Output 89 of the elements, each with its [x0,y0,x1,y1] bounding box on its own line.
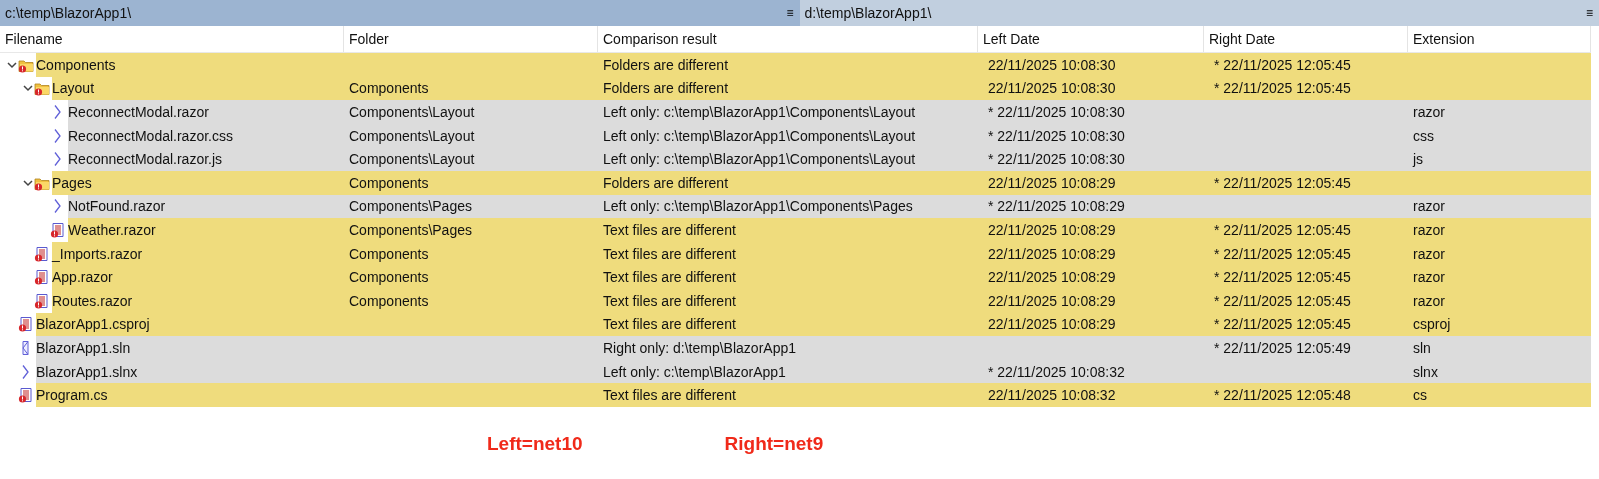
file-name[interactable]: _Imports.razor [52,241,344,266]
table-cell-text: Text files are different [602,291,737,311]
table-cell-text: 22/11/2025 10:08:30 [987,79,1117,99]
table-cell-text: Folders are different [602,79,730,99]
file-name[interactable]: ReconnectModal.razor.css [68,123,344,148]
file-name[interactable]: App.razor [52,265,344,289]
table-cell-text: Left only: c:\temp\BlazorApp1\Components\Layout [602,126,917,146]
table-cell-text: Components [348,173,430,193]
file-name[interactable]: Routes.razor [52,288,344,313]
table-cell-text: Components\Layout [348,150,476,170]
table-cell-text: Folders are different [602,55,730,75]
table-cell-text: * 22/11/2025 12:05:45 [1213,315,1352,335]
file-name[interactable]: Layout [52,76,344,101]
column-header[interactable]: Comparison result [598,26,978,52]
table-cell-text: * 22/11/2025 12:05:49 [1213,338,1352,358]
table-cell-text: razor [1412,268,1446,288]
table-cell-text: * 22/11/2025 10:08:29 [987,197,1126,217]
table-cell-text: razor [1412,291,1446,311]
table-cell-text: Components\Pages [348,197,473,217]
menu-button[interactable]: ≡ [780,6,800,20]
table-cell-text: * 22/11/2025 12:05:45 [1213,244,1352,264]
table-cell-text: Text files are different [602,386,737,406]
table-cell-text: Left only: c:\temp\BlazorApp1\Components\Layout [602,103,917,122]
file-name[interactable]: ReconnectModal.razor [68,100,344,124]
table-cell-text: Components\Layout [348,103,476,122]
file-name[interactable]: BlazorApp1.sln [36,336,344,360]
table-cell-text: slnx [1412,362,1439,382]
table-cell-text: razor [1412,103,1446,122]
table-cell-text: * 22/11/2025 12:05:45 [1213,291,1352,311]
table-cell-text: Text files are different [602,268,737,288]
table-cell-text: Components [348,268,430,288]
table-cell-text: cs [1412,386,1428,406]
table-cell-text: css [1412,126,1435,146]
table-cell-text: * 22/11/2025 10:08:32 [987,362,1126,382]
table-cell-text: Text files are different [602,315,737,335]
table-cell-text: sln [1412,338,1432,358]
table-cell-text: Left only: c:\temp\BlazorApp1\Components\Layout [602,150,917,170]
column-header[interactable]: Extension [1408,26,1591,52]
file-name[interactable]: Weather.razor [68,218,344,242]
table-cell-text: * 22/11/2025 12:05:48 [1213,386,1352,406]
file-name[interactable]: Components [36,53,344,77]
file-name[interactable]: BlazorApp1.csproj [36,312,344,337]
table-cell-text: razor [1412,197,1446,217]
table-cell-text: Components [348,291,430,311]
table-cell-text: * 22/11/2025 10:08:30 [987,126,1126,146]
table-cell-text: Text files are different [602,244,737,264]
table-cell-text: 22/11/2025 10:08:29 [987,291,1117,311]
column-header[interactable]: Folder [344,26,598,52]
table-cell-text: 22/11/2025 10:08:29 [987,173,1117,193]
column-header[interactable]: Left Date [978,26,1204,52]
file-name[interactable]: Pages [52,170,344,195]
file-name[interactable]: NotFound.razor [68,194,344,219]
file-name[interactable]: Program.cs [36,383,344,407]
table-cell-text: * 22/11/2025 12:05:45 [1213,220,1352,240]
annotation-text: Right=net9 [724,432,824,455]
table-cell-text: * 22/11/2025 12:05:45 [1213,268,1352,288]
table-cell-text: razor [1412,244,1446,264]
table-cell-text: js [1411,150,1425,170]
table-cell-text: Text files are different [602,220,737,240]
file-name[interactable]: ReconnectModal.razor.js [68,147,344,171]
table-cell-text: Components\Pages [348,220,473,240]
folder-path: d:\temp\BlazorApp1\ [804,5,932,21]
column-header[interactable]: Filename [0,26,344,52]
table-cell-text: 22/11/2025 10:08:29 [987,268,1117,288]
table-cell-text: Components [348,79,430,99]
table-cell-text: * 22/11/2025 12:05:45 [1213,173,1352,193]
table-cell-text: * 22/11/2025 10:08:30 [987,150,1126,170]
file-name[interactable]: BlazorApp1.slnx [36,359,344,384]
annotation-text: Left=net10 [487,432,583,455]
menu-button[interactable]: ≡ [1580,6,1599,20]
column-header[interactable]: Right Date [1204,26,1408,52]
table-cell-text: 22/11/2025 10:08:30 [987,55,1117,75]
table-cell-text: Left only: c:\temp\BlazorApp1 [602,362,787,382]
table-cell-text: csproj [1412,315,1452,335]
table-cell-text: Folders are different [602,173,730,193]
table-cell-text: Components [348,244,430,264]
table-cell-text: Left only: c:\temp\BlazorApp1\Components\Pages [602,197,914,217]
table-cell-text: Right only: d:\temp\BlazorApp1 [602,338,797,358]
table-cell-text: Components\Layout [348,126,476,146]
table-cell-text: razor [1412,220,1446,240]
table-cell-text: * 22/11/2025 10:08:30 [987,103,1126,122]
table-cell-text: * 22/11/2025 12:05:45 [1213,79,1352,99]
table-cell-text: 22/11/2025 10:08:29 [987,244,1117,264]
table-cell-text: 22/11/2025 10:08:32 [987,386,1117,406]
table-cell-text: 22/11/2025 10:08:29 [987,315,1117,335]
table-cell-text: 22/11/2025 10:08:29 [987,220,1117,240]
folder-path: c:\temp\BlazorApp1\ [5,5,132,21]
folder-icon [34,80,50,97]
table-cell-text: * 22/11/2025 12:05:45 [1213,55,1352,75]
